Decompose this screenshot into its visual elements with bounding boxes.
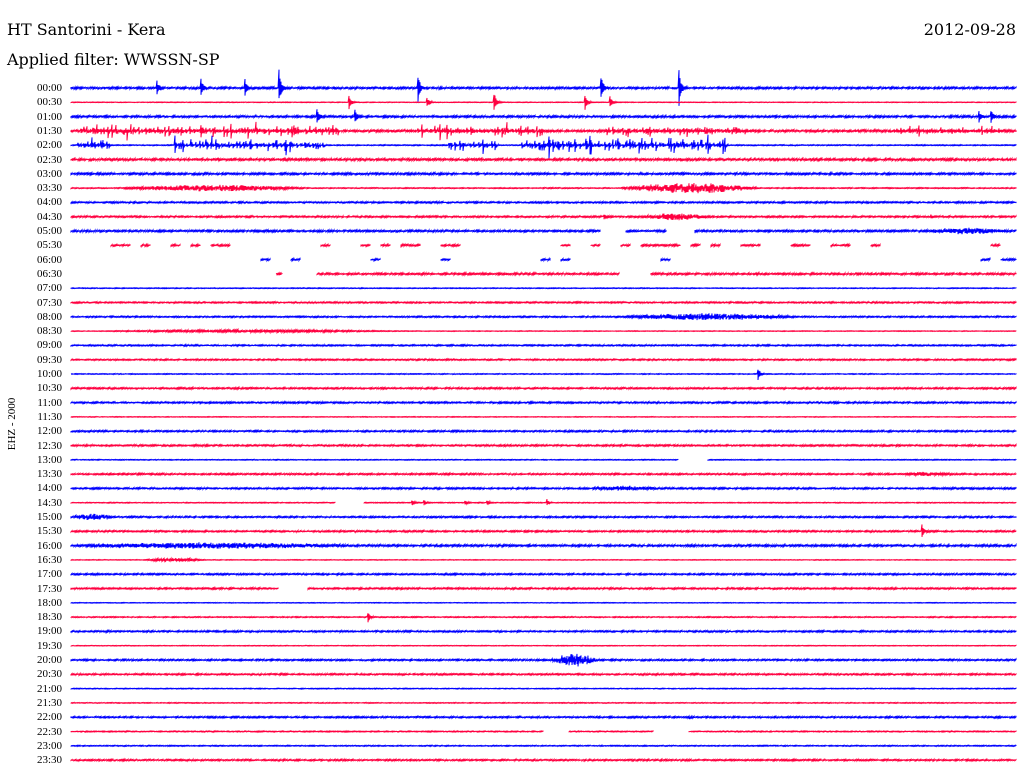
- trace-row-0530: [320, 242, 331, 248]
- trace-row-0530: [690, 242, 701, 249]
- trace-row-0100: [70, 109, 1017, 123]
- trace-row-0000: [70, 69, 1017, 106]
- trace-row-0730: [70, 300, 1017, 305]
- trace-row-1500: [70, 513, 1017, 521]
- trace-row-2230: [568, 729, 654, 734]
- trace-row-0530: [590, 243, 601, 248]
- trace-row-0500: [70, 228, 601, 234]
- trace-row-0530: [210, 242, 231, 249]
- trace-row-0530: [990, 242, 1001, 249]
- trace-row-0830: [70, 327, 1017, 335]
- trace-row-0600: [440, 257, 451, 262]
- trace-row-0530: [190, 242, 201, 248]
- trace-row-0600: [1000, 257, 1017, 263]
- trace-row-2300: [70, 744, 1017, 748]
- trace-row-0530: [710, 242, 721, 249]
- trace-row-1630: [70, 556, 1017, 563]
- trace-row-2000: [70, 653, 1017, 667]
- trace-row-0500: [625, 228, 667, 234]
- trace-row-1030: [70, 385, 1017, 391]
- trace-row-2230: [688, 729, 1017, 734]
- trace-row-0530: [400, 242, 421, 249]
- trace-row-0530: [620, 242, 631, 248]
- trace-row-2130: [70, 701, 1017, 705]
- trace-row-2230: [70, 729, 544, 734]
- trace-row-0530: [830, 242, 851, 249]
- trace-row-1130: [70, 415, 1017, 419]
- trace-row-1430: [70, 501, 336, 505]
- trace-row-0600: [290, 256, 301, 263]
- trace-row-1100: [70, 400, 1017, 406]
- trace-row-1530: [70, 524, 1017, 537]
- trace-row-1200: [70, 428, 1017, 434]
- trace-row-0600: [660, 257, 671, 263]
- trace-row-0600: [540, 256, 551, 263]
- trace-row-2200: [70, 714, 1017, 720]
- trace-row-0530: [740, 242, 761, 248]
- trace-row-0600: [560, 256, 571, 263]
- trace-row-1000: [70, 369, 1017, 381]
- seismogram-plot: [70, 69, 1017, 763]
- trace-row-0030: [70, 94, 1017, 110]
- trace-row-0130: [70, 121, 1017, 141]
- trace-row-1230: [70, 442, 1017, 449]
- trace-row-0500: [694, 227, 1017, 235]
- trace-row-0530: [380, 242, 391, 249]
- trace-row-0600: [260, 257, 271, 263]
- trace-row-1930: [70, 644, 1017, 647]
- trace-row-0330: [70, 183, 1017, 194]
- trace-row-2030: [70, 671, 1017, 677]
- trace-row-0530: [140, 242, 151, 249]
- trace-row-2330: [70, 757, 1017, 763]
- trace-row-1730: [307, 585, 1017, 592]
- trace-row-0300: [70, 170, 1017, 177]
- helicorder-page: HT Santorini - Kera 2012-09-28 Applied f…: [0, 0, 1024, 780]
- trace-row-0530: [170, 242, 181, 249]
- trace-row-1730: [70, 586, 279, 591]
- trace-row-1430: [363, 498, 1017, 506]
- trace-row-0530: [440, 242, 461, 249]
- trace-row-0530: [110, 242, 131, 248]
- trace-row-0200: [70, 134, 1017, 159]
- trace-row-0530: [560, 243, 571, 248]
- trace-row-1800: [70, 601, 1017, 604]
- trace-row-0930: [70, 357, 1017, 362]
- trace-row-0230: [70, 156, 1017, 163]
- trace-row-0530: [360, 243, 371, 248]
- trace-row-0600: [370, 257, 381, 263]
- trace-row-1300: [707, 458, 1017, 462]
- trace-row-0800: [70, 313, 1017, 321]
- trace-row-1330: [70, 471, 1017, 478]
- trace-row-0900: [70, 343, 1017, 348]
- trace-row-1900: [70, 628, 1017, 634]
- trace-row-1600: [70, 542, 1017, 549]
- trace-row-0430: [70, 213, 1017, 221]
- trace-row-0530: [870, 242, 881, 248]
- trace-row-1830: [70, 613, 1017, 623]
- trace-row-1700: [70, 571, 1017, 577]
- trace-row-0630: [275, 271, 283, 276]
- trace-row-0700: [70, 286, 1017, 290]
- trace-row-0530: [790, 242, 811, 248]
- trace-row-1300: [70, 458, 679, 462]
- trace-row-0600: [980, 257, 991, 263]
- trace-row-2100: [70, 687, 1017, 691]
- trace-row-0630: [316, 270, 620, 277]
- trace-row-0400: [70, 199, 1017, 205]
- trace-row-0630: [650, 270, 1017, 277]
- trace-row-0530: [640, 242, 681, 249]
- trace-row-1400: [70, 485, 1017, 492]
